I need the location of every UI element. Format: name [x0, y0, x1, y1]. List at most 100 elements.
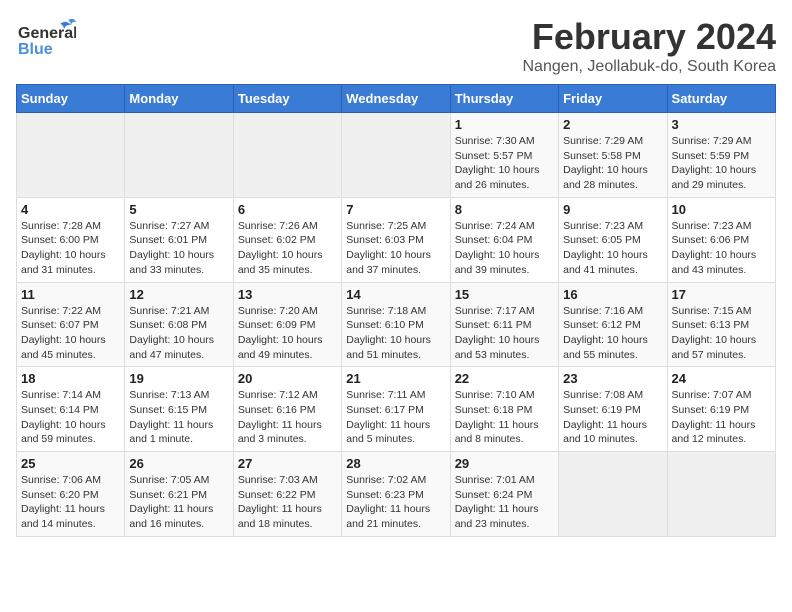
- calendar-cell: 8 Sunrise: 7:24 AM Sunset: 6:04 PM Daylig…: [450, 197, 558, 282]
- calendar-cell: 17Sunrise: 7:15 AM Sunset: 6:13 PM Dayli…: [667, 282, 775, 367]
- calendar-cell: 21 Sunrise: 7:11 AM Sunset: 6:17 PM Dayli…: [342, 367, 450, 452]
- day-info: Sunrise: 7:26 AM Sunset: 6:02 PM Dayligh…: [238, 219, 337, 278]
- title-section: February 2024 Nangen, Jeollabuk-do, Sout…: [522, 16, 776, 76]
- day-info: Sunrise: 7:10 AM Sunset: 6:18 PM Dayligh…: [455, 388, 554, 447]
- day-info: Sunrise: 7:18 AM Sunset: 6:10 PM Dayligh…: [346, 304, 445, 363]
- calendar-cell: 5Sunrise: 7:27 AM Sunset: 6:01 PM Daylig…: [125, 197, 233, 282]
- calendar-week-row: 25 Sunrise: 7:06 AM Sunset: 6:20 PM Dayli…: [17, 452, 776, 537]
- calendar-cell: 2 Sunrise: 7:29 AM Sunset: 5:58 PM Daylig…: [559, 113, 667, 198]
- calendar-cell: 26 Sunrise: 7:05 AM Sunset: 6:21 PM Dayli…: [125, 452, 233, 537]
- day-info: Sunrise: 7:13 AM Sunset: 6:15 PM Dayligh…: [129, 388, 228, 447]
- page-header: General Blue February 2024 Nangen, Jeoll…: [16, 16, 776, 76]
- day-number: 8: [455, 202, 554, 217]
- day-info: Sunrise: 7:05 AM Sunset: 6:21 PM Dayligh…: [129, 473, 228, 532]
- calendar-cell: 27Sunrise: 7:03 AM Sunset: 6:22 PM Dayli…: [233, 452, 341, 537]
- day-info: Sunrise: 7:21 AM Sunset: 6:08 PM Dayligh…: [129, 304, 228, 363]
- day-number: 7: [346, 202, 445, 217]
- calendar-cell: 15 Sunrise: 7:17 AM Sunset: 6:11 PM Dayli…: [450, 282, 558, 367]
- svg-text:General: General: [18, 25, 76, 42]
- calendar-cell: [342, 113, 450, 198]
- day-number: 22: [455, 371, 554, 386]
- day-number: 9: [563, 202, 662, 217]
- day-info: Sunrise: 7:29 AM Sunset: 5:59 PM Dayligh…: [672, 134, 771, 193]
- weekday-header-wednesday: Wednesday: [342, 85, 450, 113]
- calendar-subtitle: Nangen, Jeollabuk-do, South Korea: [522, 58, 776, 76]
- day-number: 1: [455, 117, 554, 132]
- day-info: Sunrise: 7:11 AM Sunset: 6:17 PM Dayligh…: [346, 388, 445, 447]
- calendar-cell: 19Sunrise: 7:13 AM Sunset: 6:15 PM Dayli…: [125, 367, 233, 452]
- day-info: Sunrise: 7:06 AM Sunset: 6:20 PM Dayligh…: [21, 473, 120, 532]
- day-number: 10: [672, 202, 771, 217]
- day-number: 23: [563, 371, 662, 386]
- day-number: 24: [672, 371, 771, 386]
- calendar-cell: 25 Sunrise: 7:06 AM Sunset: 6:20 PM Dayli…: [17, 452, 125, 537]
- calendar-cell: 18 Sunrise: 7:14 AM Sunset: 6:14 PM Dayli…: [17, 367, 125, 452]
- day-number: 16: [563, 287, 662, 302]
- day-info: Sunrise: 7:29 AM Sunset: 5:58 PM Dayligh…: [563, 134, 662, 193]
- calendar-title: February 2024: [522, 16, 776, 58]
- day-info: Sunrise: 7:25 AM Sunset: 6:03 PM Dayligh…: [346, 219, 445, 278]
- calendar-cell: 23 Sunrise: 7:08 AM Sunset: 6:19 PM Dayli…: [559, 367, 667, 452]
- day-number: 14: [346, 287, 445, 302]
- day-number: 6: [238, 202, 337, 217]
- day-info: Sunrise: 7:07 AM Sunset: 6:19 PM Dayligh…: [672, 388, 771, 447]
- day-number: 13: [238, 287, 337, 302]
- calendar-cell: 3Sunrise: 7:29 AM Sunset: 5:59 PM Daylig…: [667, 113, 775, 198]
- day-number: 12: [129, 287, 228, 302]
- calendar-table: SundayMondayTuesdayWednesdayThursdayFrid…: [16, 84, 776, 537]
- day-info: Sunrise: 7:17 AM Sunset: 6:11 PM Dayligh…: [455, 304, 554, 363]
- calendar-cell: [667, 452, 775, 537]
- calendar-cell: 6 Sunrise: 7:26 AM Sunset: 6:02 PM Daylig…: [233, 197, 341, 282]
- day-info: Sunrise: 7:23 AM Sunset: 6:06 PM Dayligh…: [672, 219, 771, 278]
- day-info: Sunrise: 7:22 AM Sunset: 6:07 PM Dayligh…: [21, 304, 120, 363]
- day-number: 20: [238, 371, 337, 386]
- day-info: Sunrise: 7:14 AM Sunset: 6:14 PM Dayligh…: [21, 388, 120, 447]
- day-info: Sunrise: 7:20 AM Sunset: 6:09 PM Dayligh…: [238, 304, 337, 363]
- day-number: 2: [563, 117, 662, 132]
- calendar-cell: [559, 452, 667, 537]
- weekday-header-tuesday: Tuesday: [233, 85, 341, 113]
- weekday-header-sunday: Sunday: [17, 85, 125, 113]
- calendar-cell: [17, 113, 125, 198]
- calendar-week-row: 18 Sunrise: 7:14 AM Sunset: 6:14 PM Dayli…: [17, 367, 776, 452]
- calendar-cell: 11Sunrise: 7:22 AM Sunset: 6:07 PM Dayli…: [17, 282, 125, 367]
- day-info: Sunrise: 7:12 AM Sunset: 6:16 PM Dayligh…: [238, 388, 337, 447]
- weekday-header-row: SundayMondayTuesdayWednesdayThursdayFrid…: [17, 85, 776, 113]
- day-number: 29: [455, 456, 554, 471]
- weekday-header-saturday: Saturday: [667, 85, 775, 113]
- day-info: Sunrise: 7:02 AM Sunset: 6:23 PM Dayligh…: [346, 473, 445, 532]
- day-number: 26: [129, 456, 228, 471]
- weekday-header-thursday: Thursday: [450, 85, 558, 113]
- day-info: Sunrise: 7:27 AM Sunset: 6:01 PM Dayligh…: [129, 219, 228, 278]
- calendar-cell: 24 Sunrise: 7:07 AM Sunset: 6:19 PM Dayli…: [667, 367, 775, 452]
- calendar-week-row: 4Sunrise: 7:28 AM Sunset: 6:00 PM Daylig…: [17, 197, 776, 282]
- calendar-cell: 16Sunrise: 7:16 AM Sunset: 6:12 PM Dayli…: [559, 282, 667, 367]
- calendar-cell: 10 Sunrise: 7:23 AM Sunset: 6:06 PM Dayli…: [667, 197, 775, 282]
- day-number: 4: [21, 202, 120, 217]
- day-number: 28: [346, 456, 445, 471]
- calendar-cell: 13 Sunrise: 7:20 AM Sunset: 6:09 PM Dayli…: [233, 282, 341, 367]
- calendar-cell: 29Sunrise: 7:01 AM Sunset: 6:24 PM Dayli…: [450, 452, 558, 537]
- weekday-header-monday: Monday: [125, 85, 233, 113]
- day-info: Sunrise: 7:24 AM Sunset: 6:04 PM Dayligh…: [455, 219, 554, 278]
- svg-text:Blue: Blue: [18, 41, 53, 58]
- day-info: Sunrise: 7:03 AM Sunset: 6:22 PM Dayligh…: [238, 473, 337, 532]
- day-number: 15: [455, 287, 554, 302]
- calendar-cell: 22 Sunrise: 7:10 AM Sunset: 6:18 PM Dayli…: [450, 367, 558, 452]
- calendar-cell: 9 Sunrise: 7:23 AM Sunset: 6:05 PM Daylig…: [559, 197, 667, 282]
- day-info: Sunrise: 7:23 AM Sunset: 6:05 PM Dayligh…: [563, 219, 662, 278]
- calendar-cell: 14 Sunrise: 7:18 AM Sunset: 6:10 PM Dayli…: [342, 282, 450, 367]
- calendar-cell: 20 Sunrise: 7:12 AM Sunset: 6:16 PM Dayli…: [233, 367, 341, 452]
- calendar-cell: 28 Sunrise: 7:02 AM Sunset: 6:23 PM Dayli…: [342, 452, 450, 537]
- calendar-cell: [125, 113, 233, 198]
- calendar-cell: 4Sunrise: 7:28 AM Sunset: 6:00 PM Daylig…: [17, 197, 125, 282]
- day-number: 21: [346, 371, 445, 386]
- logo: General Blue: [16, 16, 76, 66]
- day-info: Sunrise: 7:08 AM Sunset: 6:19 PM Dayligh…: [563, 388, 662, 447]
- calendar-week-row: 11Sunrise: 7:22 AM Sunset: 6:07 PM Dayli…: [17, 282, 776, 367]
- day-number: 25: [21, 456, 120, 471]
- day-number: 18: [21, 371, 120, 386]
- calendar-cell: 12 Sunrise: 7:21 AM Sunset: 6:08 PM Dayli…: [125, 282, 233, 367]
- day-number: 17: [672, 287, 771, 302]
- calendar-cell: [233, 113, 341, 198]
